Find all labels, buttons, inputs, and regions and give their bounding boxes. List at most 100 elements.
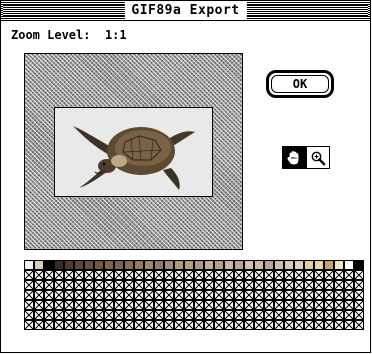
palette-empty-slot[interactable]	[234, 310, 244, 320]
preview-image[interactable]	[54, 107, 213, 197]
palette-empty-slot[interactable]	[344, 290, 354, 300]
palette-color-swatch[interactable]	[224, 260, 234, 270]
palette-empty-slot[interactable]	[184, 320, 194, 330]
palette-empty-slot[interactable]	[284, 280, 294, 290]
palette-empty-slot[interactable]	[94, 310, 104, 320]
palette-empty-slot[interactable]	[334, 290, 344, 300]
palette-color-swatch[interactable]	[74, 260, 84, 270]
palette-empty-slot[interactable]	[214, 320, 224, 330]
palette-empty-slot[interactable]	[304, 310, 314, 320]
palette-empty-slot[interactable]	[24, 270, 34, 280]
palette-empty-slot[interactable]	[234, 300, 244, 310]
palette-empty-slot[interactable]	[64, 310, 74, 320]
palette-empty-slot[interactable]	[244, 270, 254, 280]
palette-empty-slot[interactable]	[224, 300, 234, 310]
palette-color-swatch[interactable]	[174, 260, 184, 270]
palette-empty-slot[interactable]	[104, 300, 114, 310]
palette-empty-slot[interactable]	[304, 290, 314, 300]
palette-empty-slot[interactable]	[274, 310, 284, 320]
palette-empty-slot[interactable]	[24, 320, 34, 330]
palette-empty-slot[interactable]	[54, 270, 64, 280]
palette-empty-slot[interactable]	[74, 320, 84, 330]
palette-empty-slot[interactable]	[24, 300, 34, 310]
palette-empty-slot[interactable]	[34, 270, 44, 280]
palette-color-swatch[interactable]	[294, 260, 304, 270]
image-preview-area[interactable]	[24, 53, 243, 250]
ok-button[interactable]: OK	[271, 75, 329, 93]
palette-color-swatch[interactable]	[234, 260, 244, 270]
palette-empty-slot[interactable]	[314, 300, 324, 310]
palette-color-swatch[interactable]	[144, 260, 154, 270]
palette-empty-slot[interactable]	[64, 280, 74, 290]
palette-empty-slot[interactable]	[34, 290, 44, 300]
palette-color-swatch[interactable]	[304, 260, 314, 270]
palette-empty-slot[interactable]	[264, 270, 274, 280]
palette-empty-slot[interactable]	[104, 290, 114, 300]
palette-empty-slot[interactable]	[114, 280, 124, 290]
palette-empty-slot[interactable]	[124, 310, 134, 320]
palette-color-swatch[interactable]	[114, 260, 124, 270]
palette-empty-slot[interactable]	[274, 280, 284, 290]
palette-empty-slot[interactable]	[214, 310, 224, 320]
palette-color-swatch[interactable]	[244, 260, 254, 270]
palette-empty-slot[interactable]	[224, 310, 234, 320]
palette-empty-slot[interactable]	[254, 280, 264, 290]
palette-empty-slot[interactable]	[154, 270, 164, 280]
palette-empty-slot[interactable]	[314, 290, 324, 300]
palette-empty-slot[interactable]	[84, 290, 94, 300]
palette-empty-slot[interactable]	[94, 320, 104, 330]
palette-color-swatch[interactable]	[254, 260, 264, 270]
palette-empty-slot[interactable]	[114, 270, 124, 280]
palette-empty-slot[interactable]	[154, 320, 164, 330]
palette-empty-slot[interactable]	[234, 320, 244, 330]
palette-color-swatch[interactable]	[314, 260, 324, 270]
palette-empty-slot[interactable]	[304, 280, 314, 290]
palette-color-swatch[interactable]	[284, 260, 294, 270]
palette-empty-slot[interactable]	[134, 270, 144, 280]
palette-empty-slot[interactable]	[164, 310, 174, 320]
color-palette[interactable]	[24, 260, 364, 330]
palette-empty-slot[interactable]	[274, 270, 284, 280]
palette-empty-slot[interactable]	[44, 290, 54, 300]
palette-empty-slot[interactable]	[344, 280, 354, 290]
palette-empty-slot[interactable]	[264, 300, 274, 310]
palette-color-swatch[interactable]	[164, 260, 174, 270]
palette-color-swatch[interactable]	[264, 260, 274, 270]
palette-empty-slot[interactable]	[304, 320, 314, 330]
palette-empty-slot[interactable]	[44, 270, 54, 280]
palette-empty-slot[interactable]	[244, 320, 254, 330]
palette-empty-slot[interactable]	[194, 280, 204, 290]
palette-empty-slot[interactable]	[194, 320, 204, 330]
palette-empty-slot[interactable]	[124, 300, 134, 310]
palette-empty-slot[interactable]	[354, 290, 364, 300]
palette-empty-slot[interactable]	[84, 270, 94, 280]
palette-empty-slot[interactable]	[324, 300, 334, 310]
palette-empty-slot[interactable]	[144, 290, 154, 300]
palette-empty-slot[interactable]	[194, 310, 204, 320]
palette-empty-slot[interactable]	[174, 290, 184, 300]
palette-empty-slot[interactable]	[64, 300, 74, 310]
palette-empty-slot[interactable]	[314, 310, 324, 320]
palette-empty-slot[interactable]	[334, 320, 344, 330]
palette-empty-slot[interactable]	[84, 320, 94, 330]
palette-empty-slot[interactable]	[324, 280, 334, 290]
palette-empty-slot[interactable]	[214, 280, 224, 290]
palette-empty-slot[interactable]	[304, 300, 314, 310]
palette-empty-slot[interactable]	[54, 320, 64, 330]
palette-empty-slot[interactable]	[44, 310, 54, 320]
palette-empty-slot[interactable]	[114, 320, 124, 330]
palette-empty-slot[interactable]	[84, 280, 94, 290]
palette-empty-slot[interactable]	[224, 280, 234, 290]
palette-empty-slot[interactable]	[134, 310, 144, 320]
palette-empty-slot[interactable]	[344, 270, 354, 280]
palette-empty-slot[interactable]	[64, 320, 74, 330]
palette-empty-slot[interactable]	[54, 310, 64, 320]
palette-empty-slot[interactable]	[224, 270, 234, 280]
palette-color-swatch[interactable]	[44, 260, 54, 270]
palette-empty-slot[interactable]	[284, 270, 294, 280]
palette-empty-slot[interactable]	[204, 290, 214, 300]
palette-empty-slot[interactable]	[254, 320, 264, 330]
palette-color-swatch[interactable]	[54, 260, 64, 270]
palette-empty-slot[interactable]	[144, 320, 154, 330]
palette-empty-slot[interactable]	[224, 320, 234, 330]
